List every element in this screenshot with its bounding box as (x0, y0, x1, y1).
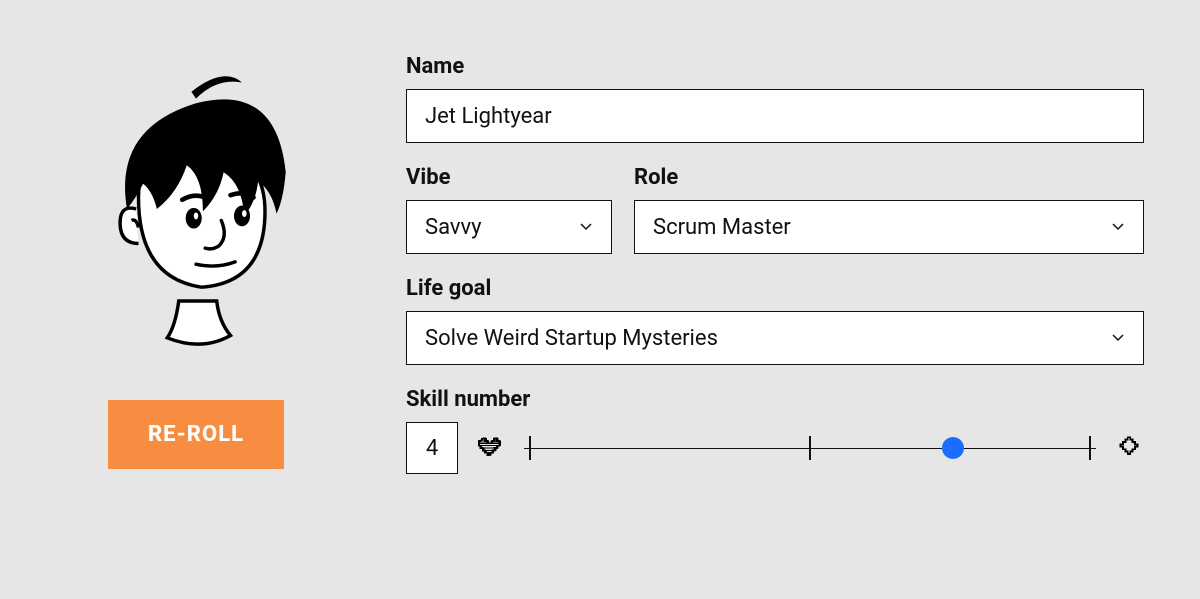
chevron-down-icon (579, 220, 593, 234)
goal-select[interactable]: Solve Weird Startup Mysteries (406, 311, 1144, 365)
vibe-select[interactable]: Savvy (406, 200, 612, 254)
goal-value: Solve Weird Startup Mysteries (425, 326, 718, 351)
slider-thumb[interactable] (942, 437, 964, 459)
role-label: Role (634, 165, 1144, 190)
vibe-value: Savvy (425, 215, 482, 240)
name-input-wrap[interactable] (406, 89, 1144, 143)
role-select[interactable]: Scrum Master (634, 200, 1144, 254)
heart-icon (476, 433, 506, 463)
name-label: Name (406, 54, 1144, 79)
skill-number-box[interactable]: 4 (406, 422, 458, 474)
slider-tick (809, 436, 811, 460)
slider-tick (529, 436, 531, 460)
goal-label: Life goal (406, 276, 1144, 301)
reroll-button[interactable]: RE-ROLL (108, 400, 284, 469)
slider-tick (1089, 436, 1091, 460)
name-input[interactable] (425, 104, 1125, 129)
role-value: Scrum Master (653, 215, 791, 240)
chevron-down-icon (1111, 220, 1125, 234)
vibe-label: Vibe (406, 165, 612, 190)
skill-slider[interactable] (524, 433, 1096, 463)
chevron-down-icon (1111, 331, 1125, 345)
diamond-icon (1114, 433, 1144, 463)
avatar (76, 54, 316, 364)
skill-label: Skill number (406, 387, 1144, 412)
